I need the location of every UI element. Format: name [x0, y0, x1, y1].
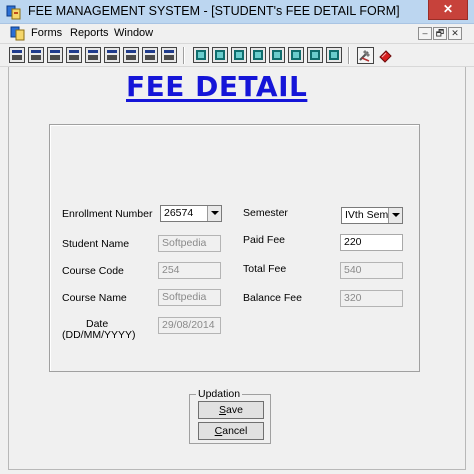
course-name-label: Course Name: [62, 292, 127, 304]
balance-fee-field[interactable]: 320: [340, 290, 403, 307]
mdi-close-button[interactable]: ✕: [448, 27, 462, 40]
page-title: FEE DETAIL: [126, 70, 308, 103]
student-name-label: Student Name: [62, 238, 130, 250]
menu-reports[interactable]: Reports: [70, 27, 109, 39]
report-icon[interactable]: [212, 47, 228, 63]
form-icon[interactable]: [47, 47, 63, 63]
course-name-field[interactable]: Softpedia: [158, 289, 221, 306]
form-icon[interactable]: [9, 47, 25, 63]
toolbar-separator: [183, 47, 185, 64]
chevron-down-icon[interactable]: [207, 206, 221, 221]
semester-label: Semester: [243, 207, 288, 219]
tools-icon[interactable]: [357, 47, 374, 64]
toolbar-separator: [348, 47, 350, 64]
report-icon[interactable]: [307, 47, 323, 63]
mdi-restore-button[interactable]: 🗗: [433, 27, 447, 40]
exit-icon[interactable]: [378, 48, 393, 63]
report-icon[interactable]: [231, 47, 247, 63]
save-button-label: ave: [226, 404, 243, 416]
save-button[interactable]: Save: [198, 401, 264, 419]
toolbar: [0, 43, 474, 67]
enrollment-label: Enrollment Number: [62, 208, 153, 220]
chevron-down-icon[interactable]: [388, 208, 402, 223]
mdi-minimize-button[interactable]: –: [418, 27, 432, 40]
report-icon[interactable]: [288, 47, 304, 63]
menu-window[interactable]: Window: [114, 27, 153, 39]
paid-fee-field[interactable]: 220: [340, 234, 403, 251]
mdi-child-icon[interactable]: [10, 26, 26, 41]
form-icon[interactable]: [28, 47, 44, 63]
balance-fee-label: Balance Fee: [243, 292, 302, 304]
form-icon[interactable]: [142, 47, 158, 63]
updation-legend: Updation: [196, 388, 243, 400]
date-format-label: (DD/MM/YYYY): [62, 329, 136, 341]
form-icon[interactable]: [123, 47, 139, 63]
menu-bar: Forms Reports Window: [0, 24, 474, 43]
form-icon[interactable]: [85, 47, 101, 63]
menu-forms[interactable]: Forms: [31, 27, 62, 39]
window-close-button[interactable]: ✕: [428, 0, 468, 20]
form-icon[interactable]: [161, 47, 177, 63]
cancel-button[interactable]: Cancel: [198, 422, 264, 440]
report-icon[interactable]: [193, 47, 209, 63]
app-icon: [6, 5, 21, 20]
enrollment-combo[interactable]: 26574: [160, 205, 222, 222]
enrollment-value: 26574: [164, 207, 194, 219]
report-icon[interactable]: [250, 47, 266, 63]
form-icon[interactable]: [104, 47, 120, 63]
title-bar[interactable]: FEE MANAGEMENT SYSTEM - [STUDENT's FEE D…: [0, 0, 474, 24]
student-name-field[interactable]: Softpedia: [158, 235, 221, 252]
report-icon[interactable]: [326, 47, 342, 63]
form-icon[interactable]: [66, 47, 82, 63]
window-title: FEE MANAGEMENT SYSTEM - [STUDENT's FEE D…: [28, 4, 400, 18]
paid-fee-label: Paid Fee: [243, 234, 286, 246]
semester-combo[interactable]: IVth Semes: [341, 207, 403, 224]
total-fee-field[interactable]: 540: [340, 262, 403, 279]
save-button-mnemonic: S: [219, 404, 227, 416]
course-code-label: Course Code: [62, 265, 124, 277]
total-fee-label: Total Fee: [243, 263, 287, 275]
cancel-button-label: ancel: [222, 425, 248, 437]
report-icon[interactable]: [269, 47, 285, 63]
date-field[interactable]: 29/08/2014: [158, 317, 221, 334]
course-code-field[interactable]: 254: [158, 262, 221, 279]
